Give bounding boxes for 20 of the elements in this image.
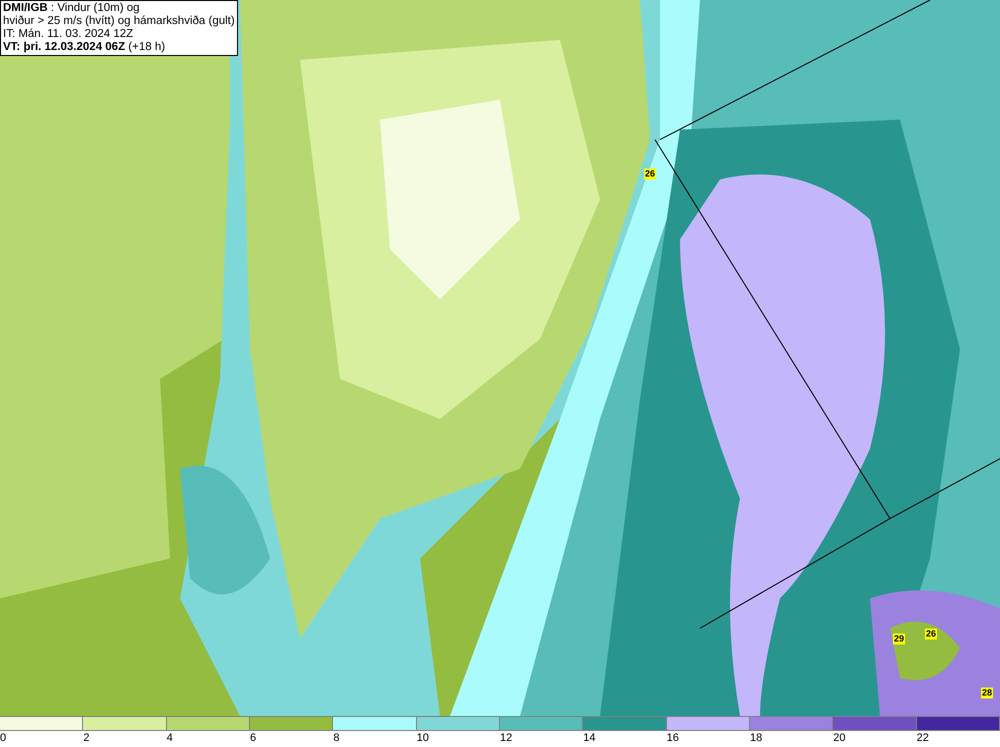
legend-tick: 20 xyxy=(833,731,846,745)
legend-tick: 22 xyxy=(916,731,929,745)
legend-tick: 14 xyxy=(583,731,596,745)
gust-label: 29 xyxy=(893,634,905,644)
legend-tick: 10 xyxy=(416,731,429,745)
legend-tick: 18 xyxy=(750,731,762,745)
legend-tick: 2 xyxy=(83,731,90,745)
legend-tick: 4 xyxy=(166,731,173,745)
legend-tick: 16 xyxy=(666,731,679,745)
info-text: IT: Mán. 11. 03. 2024 12Z xyxy=(3,28,134,41)
legend-tick: 8 xyxy=(333,731,340,745)
legend-tick: 0 xyxy=(0,731,6,745)
legend-tick: 6 xyxy=(250,731,256,745)
gust-label: 26 xyxy=(644,168,656,180)
info-text: DMI/IGB : Vindur (10m) og xyxy=(3,2,141,15)
gust-label: 28 xyxy=(981,688,993,698)
info-text: VT: þri. 12.03.2024 06Z (+18 h) xyxy=(3,41,166,54)
info-text: hviður > 25 m/s (hvítt) og hámarkshviða (gult) xyxy=(3,15,235,28)
gust-label: 26 xyxy=(925,628,937,640)
legend-tick: 12 xyxy=(500,731,512,745)
